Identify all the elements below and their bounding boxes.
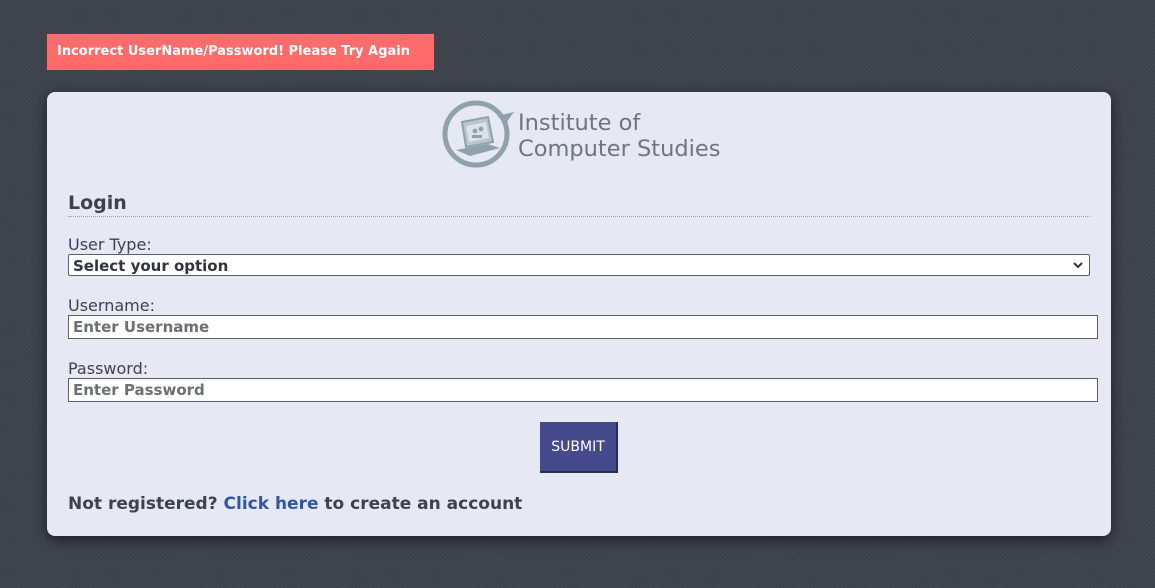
submit-button[interactable]: SUBMIT: [540, 422, 618, 473]
register-suffix: to create an account: [324, 494, 523, 514]
register-prefix: Not registered?: [68, 494, 218, 514]
password-label: Password:: [68, 359, 149, 378]
logo-line-1: Institute of: [518, 110, 641, 136]
institute-logo: Institute of Computer Studies: [442, 98, 732, 170]
chevron-down-icon: [1073, 262, 1083, 269]
logo-text: Institute of Computer Studies: [518, 110, 720, 162]
user-type-label: User Type:: [68, 235, 152, 254]
password-input[interactable]: [68, 378, 1098, 402]
logo-emblem-icon: [442, 100, 514, 168]
logo-line-2: Computer Studies: [518, 136, 721, 162]
username-input[interactable]: [68, 315, 1098, 339]
error-alert: Incorrect UserName/Password! Please Try …: [47, 34, 434, 70]
register-link[interactable]: Click here: [224, 494, 319, 514]
username-label: Username:: [68, 296, 155, 315]
login-card: Institute of Computer Studies Login User…: [47, 92, 1111, 536]
register-prompt: Not registered? Click here to create an …: [68, 494, 522, 514]
login-heading: Login: [68, 192, 127, 214]
heading-divider: [68, 216, 1090, 217]
user-type-select[interactable]: Select your option: [68, 254, 1090, 276]
user-type-selected-value: Select your option: [73, 257, 229, 275]
